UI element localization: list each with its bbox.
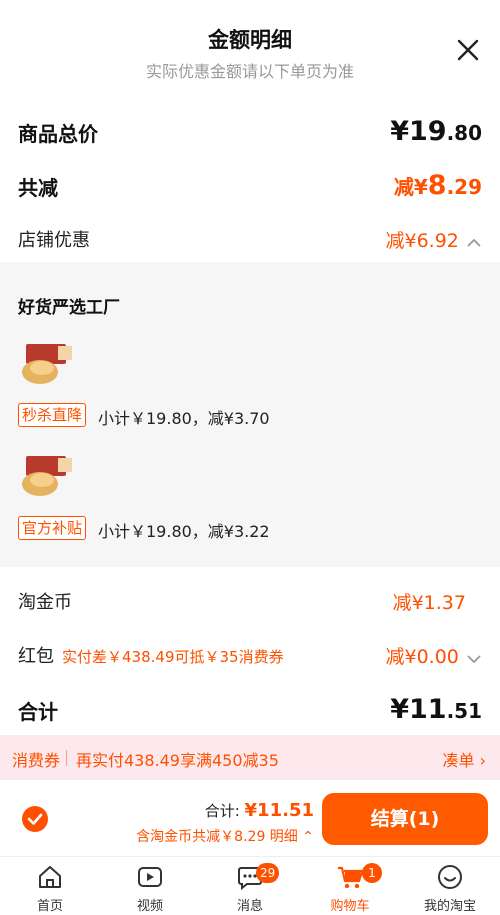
total-price-row: 商品总价 ¥19.80 [18,116,482,148]
coupon-divider [66,750,67,766]
checkout-bar: 合计: ¥11.51 含淘金币共减￥8.29 明细 ⌃ 结算(1) [0,782,500,856]
coupon-bar[interactable]: 消费券 再实付438.49享满450减35 凑单 › [0,735,500,780]
item-subtotal: 小计￥19.80，减¥3.70 [98,409,270,428]
taojinbi-label: 淘金币 [18,592,72,613]
checkout-detail-toggle[interactable]: 含淘金币共减￥8.29 明细 ⌃ [136,826,314,846]
tab-home[interactable]: 首页 [0,857,100,915]
tab-my-taobao[interactable]: 我的淘宝 [400,857,500,915]
message-badge: 29 [256,863,280,883]
coupon-action-link[interactable]: 凑单 › [443,747,487,771]
product-thumbnail[interactable] [18,452,76,500]
total-reduction-row: 共减 减¥8.29 [18,170,482,202]
checkout-sum: 合计: ¥11.51 [204,800,314,821]
tab-video[interactable]: 视频 [100,857,200,915]
video-icon [138,867,162,887]
chevron-down-icon[interactable] [466,653,482,665]
hongbao-hint: 实付差￥438.49可抵￥35消费券 [62,648,284,666]
coupon-text: 再实付438.49享满450减35 [76,751,279,770]
total-reduction-label: 共减 [18,176,58,200]
bottom-tab-bar: 首页 视频 29 消息 1 购物车 我的淘宝 [0,856,500,915]
coupon-label: 消费券 [12,751,61,770]
check-icon [27,813,43,825]
taojinbi-value: 减¥1.37 [392,592,466,614]
page-title: 金额明细 [208,28,292,52]
smile-icon [438,865,462,889]
page-subtitle: 实际优惠金额请以下单页为准 [145,62,354,81]
hongbao-label: 红包 [18,646,54,667]
cart-badge: 1 [362,863,382,883]
hongbao-row[interactable]: 红包 实付差￥438.49可抵￥35消费券 减¥0.00 [18,642,482,670]
chevron-up-icon[interactable] [466,237,482,249]
tab-messages[interactable]: 29 消息 [200,857,300,915]
promo-tag: 秒杀直降 [18,403,87,427]
select-all-checkbox[interactable] [22,806,48,832]
total-price-value: ¥19.80 [390,116,482,147]
promo-tag: 官方补贴 [18,516,87,540]
close-icon[interactable] [456,38,480,62]
heji-value: ¥11.51 [390,694,482,725]
sheet-header: 金额明细 实际优惠金额请以下单页为准 [0,0,500,100]
total-reduction-value: 减¥8.29 [393,170,482,201]
shop-name: 好货严选工厂 [18,298,120,318]
tab-cart[interactable]: 1 购物车 [300,857,400,915]
item-subtotal: 小计￥19.80，减¥3.22 [98,522,270,541]
taojinbi-row: 淘金币 减¥1.37 [18,588,482,616]
product-thumbnail[interactable] [18,340,76,388]
home-icon [39,866,61,888]
heji-row: 合计 ¥11.51 [18,694,482,726]
shop-discount-value: 减¥6.92 [385,230,459,252]
checkout-button[interactable]: 结算(1) [322,793,488,845]
checkout-sum-value: ¥11.51 [244,800,314,821]
heji-label: 合计 [18,700,58,724]
hongbao-value: 减¥0.00 [385,646,459,668]
total-price-label: 商品总价 [18,122,98,146]
cart-icon [338,866,364,889]
shop-discount-row[interactable]: 店铺优惠 减¥6.92 [18,226,482,254]
shop-discount-label: 店铺优惠 [18,230,90,251]
